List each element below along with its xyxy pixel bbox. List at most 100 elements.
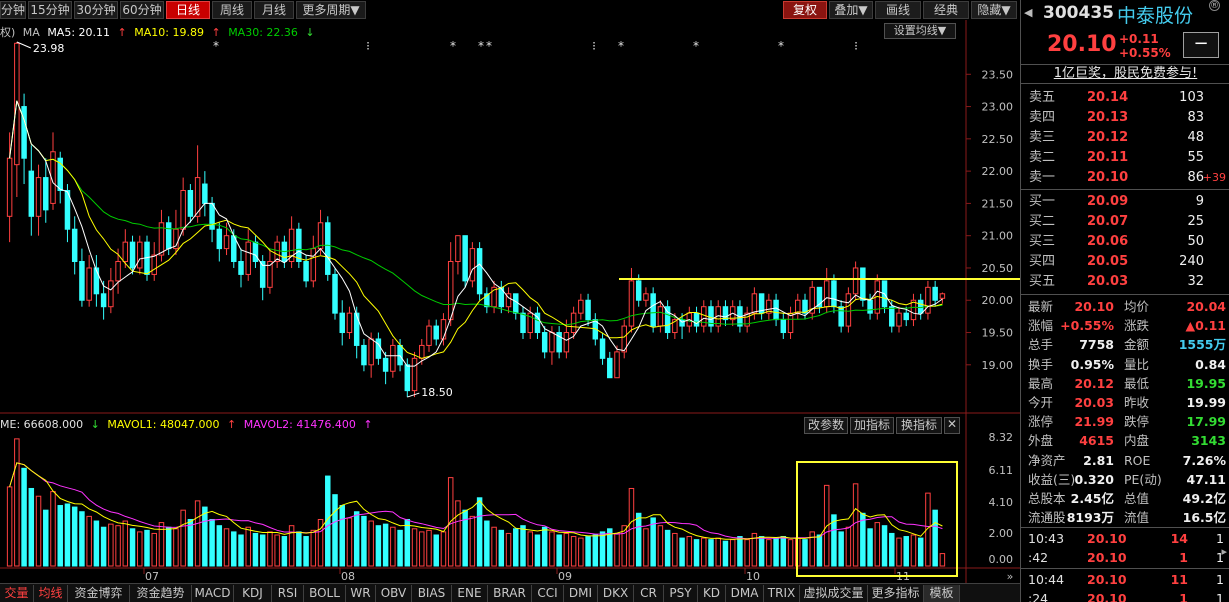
stat-row: 收益(三) 0.320 PE(动) 47.11 bbox=[1021, 470, 1229, 489]
indicator-tab-13[interactable]: CCI bbox=[532, 585, 564, 602]
indicator-tab-23[interactable]: 模板 bbox=[924, 585, 960, 602]
volume-bar bbox=[303, 536, 309, 567]
price-axis-label: 21.00 bbox=[982, 230, 1014, 243]
remove-watchlist-button[interactable]: − bbox=[1183, 32, 1219, 58]
indicator-tab-2[interactable]: 资金博弈 bbox=[68, 585, 130, 602]
price-axis-label: 22.00 bbox=[982, 165, 1014, 178]
ask-price: 20.10 bbox=[1087, 170, 1129, 185]
indicator-tab-21[interactable]: 虚拟成交量 bbox=[800, 585, 868, 602]
volume-bar bbox=[35, 495, 42, 567]
orderbook-divider bbox=[1021, 189, 1229, 190]
indicator-tab-10[interactable]: BIAS bbox=[412, 585, 452, 602]
candle-body bbox=[86, 267, 92, 301]
indicator-tab-3[interactable]: 资金趋势 bbox=[130, 585, 192, 602]
candle-body bbox=[664, 306, 671, 334]
volume-bar bbox=[527, 531, 533, 567]
indicator-tab-9[interactable]: OBV bbox=[376, 585, 412, 602]
volume-bar bbox=[144, 529, 150, 567]
close-indicator-icon[interactable]: ✕ bbox=[944, 417, 960, 434]
indicator-tab-17[interactable]: PSY bbox=[664, 585, 698, 602]
indicator-tab-4[interactable]: MACD bbox=[192, 585, 234, 602]
bid-price: 20.06 bbox=[1087, 234, 1129, 249]
promo-link[interactable]: 1亿巨奖，股民免费参与! bbox=[1021, 64, 1229, 84]
stat-value: 20.12 bbox=[1074, 375, 1114, 391]
candle-body bbox=[440, 319, 447, 340]
ask-row-1[interactable]: 卖一 20.10 86 +39 bbox=[1021, 168, 1229, 188]
add-indicator-button[interactable]: 加指标 bbox=[850, 417, 894, 434]
volume-bar bbox=[57, 505, 63, 567]
scroll-right-icon[interactable]: ▸ bbox=[1221, 545, 1227, 558]
volume-bar bbox=[433, 534, 439, 567]
edit-params-button[interactable]: 改参数 bbox=[804, 417, 848, 434]
indicator-tab-8[interactable]: WR bbox=[346, 585, 376, 602]
volume-bar bbox=[592, 534, 599, 567]
stat-label: 最新 bbox=[1028, 299, 1054, 314]
bid-row-1[interactable]: 买一 20.09 9 bbox=[1021, 192, 1229, 212]
volume-bar bbox=[28, 487, 35, 567]
indicator-tab-12[interactable]: BRAR bbox=[488, 585, 532, 602]
indicator-tab-14[interactable]: DMI bbox=[564, 585, 598, 602]
indicator-tab-1[interactable]: 均线 bbox=[34, 585, 68, 602]
volume-bar bbox=[896, 537, 902, 567]
indicator-tab-19[interactable]: DMA bbox=[726, 585, 764, 602]
candle-body bbox=[6, 157, 13, 217]
stat-value: 47.11 bbox=[1186, 471, 1226, 487]
bid-row-2[interactable]: 买二 20.07 25 bbox=[1021, 212, 1229, 232]
candle-body bbox=[549, 332, 555, 353]
volume-bar bbox=[802, 539, 808, 567]
indicator-tab-18[interactable]: KD bbox=[698, 585, 726, 602]
stat-label: 涨幅 bbox=[1028, 318, 1054, 334]
ask-label: 卖二 bbox=[1029, 150, 1056, 165]
indicator-tab-11[interactable]: ENE bbox=[452, 585, 488, 602]
indicator-tab-15[interactable]: DKX bbox=[598, 585, 634, 602]
stock-name: 中泰股份 bbox=[1117, 5, 1194, 27]
ask-row-4[interactable]: 卖四 20.13 83 bbox=[1021, 108, 1229, 128]
ask-row-2[interactable]: 卖二 20.11 55 bbox=[1021, 148, 1229, 168]
ask-volume: 48 bbox=[1187, 130, 1204, 145]
candle-body bbox=[635, 280, 642, 301]
kline-chart[interactable]: 23.50 23.00 22.50 22.00 21.50 21.00 20.50 20.00… bbox=[0, 0, 1020, 583]
volume-bar bbox=[816, 534, 823, 567]
candle-body bbox=[382, 357, 389, 372]
indicator-tab-16[interactable]: CR bbox=[634, 585, 664, 602]
ask-price: 20.14 bbox=[1087, 90, 1129, 105]
stock-code: 300435 bbox=[1043, 3, 1114, 23]
candle-body bbox=[903, 312, 909, 321]
indicator-tab-0[interactable]: 交量 bbox=[0, 585, 34, 602]
indicator-tab-7[interactable]: BOLL bbox=[304, 585, 346, 602]
volume-bar bbox=[852, 483, 859, 567]
candle-body bbox=[860, 267, 866, 301]
tick-volume: 1 bbox=[1179, 550, 1188, 565]
event-marker-icon: ⁝ bbox=[366, 39, 370, 53]
stat-label: ROE bbox=[1124, 452, 1151, 468]
switch-indicator-button[interactable]: 换指标 bbox=[896, 417, 942, 434]
stat-row: 换手 0.95% 量比 0.84 bbox=[1021, 355, 1229, 374]
stat-label: 金额 bbox=[1124, 337, 1150, 353]
ask-row-5[interactable]: 卖五 20.14 103 bbox=[1021, 88, 1229, 108]
indicator-tab-6[interactable]: RSI bbox=[272, 585, 304, 602]
indicator-tab-20[interactable]: TRIX bbox=[764, 585, 800, 602]
bid-row-5[interactable]: 买五 20.03 32 bbox=[1021, 272, 1229, 292]
volume-bar bbox=[43, 509, 49, 567]
candle-body bbox=[115, 261, 121, 282]
volume-bar bbox=[209, 518, 215, 567]
legend-vol: ME: 66608.000 bbox=[0, 418, 84, 431]
price-axis-label: 21.50 bbox=[982, 197, 1014, 210]
bid-row-3[interactable]: 买三 20.06 50 bbox=[1021, 232, 1229, 252]
indicator-tab-5[interactable]: KDJ bbox=[234, 585, 272, 602]
volume-bar bbox=[491, 526, 497, 567]
stat-value: 17.99 bbox=[1186, 414, 1226, 430]
collapse-arrow-icon[interactable]: ◀ bbox=[1024, 6, 1032, 19]
candle-body bbox=[310, 248, 317, 282]
volume-bar bbox=[693, 539, 700, 567]
indicator-tab-22[interactable]: 更多指标 bbox=[868, 585, 924, 602]
tick-row: 10:43 20.10 14 1 bbox=[1021, 529, 1229, 548]
volume-bar bbox=[939, 553, 946, 567]
price-axis-label: 23.50 bbox=[982, 68, 1014, 81]
volume-bar bbox=[708, 539, 714, 567]
volume-bar bbox=[881, 525, 888, 567]
bid-row-4[interactable]: 买四 20.05 240 bbox=[1021, 252, 1229, 272]
candle-body bbox=[701, 306, 707, 327]
candle-body bbox=[404, 364, 411, 392]
ask-row-3[interactable]: 卖三 20.12 48 bbox=[1021, 128, 1229, 148]
